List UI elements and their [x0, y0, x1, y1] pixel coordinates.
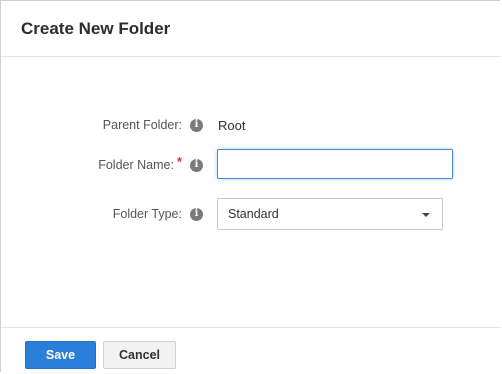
info-icon[interactable]: i — [190, 118, 203, 132]
folder-name-row: Folder Name: * i — [1, 149, 501, 181]
folder-name-label-group: Folder Name: * i — [98, 149, 203, 181]
save-button[interactable]: Save — [25, 341, 96, 369]
folder-type-label-group: Folder Type: i — [113, 198, 203, 230]
folder-name-input[interactable] — [217, 149, 453, 179]
folder-name-label: Folder Name: — [98, 158, 174, 172]
dialog-footer: Save Cancel — [1, 327, 501, 373]
info-icon[interactable]: i — [190, 207, 203, 221]
info-icon[interactable]: i — [190, 158, 203, 172]
parent-folder-value: Root — [218, 117, 246, 133]
create-folder-dialog: Create New Folder Parent Folder: i Root … — [0, 0, 501, 373]
dialog-title: Create New Folder — [21, 19, 171, 38]
dialog-header: Create New Folder — [1, 1, 501, 57]
parent-folder-row: Parent Folder: i Root — [1, 109, 501, 141]
parent-folder-label: Parent Folder: — [102, 118, 182, 132]
folder-type-row: Folder Type: i Standard — [1, 198, 501, 230]
cancel-button[interactable]: Cancel — [103, 341, 176, 369]
folder-type-select[interactable]: Standard — [217, 198, 443, 230]
parent-folder-label-group: Parent Folder: i — [103, 109, 203, 141]
required-asterisk: * — [176, 153, 182, 169]
folder-type-selected-value: Standard — [228, 207, 279, 221]
folder-type-label: Folder Type: — [112, 207, 182, 221]
chevron-down-icon — [422, 213, 430, 217]
